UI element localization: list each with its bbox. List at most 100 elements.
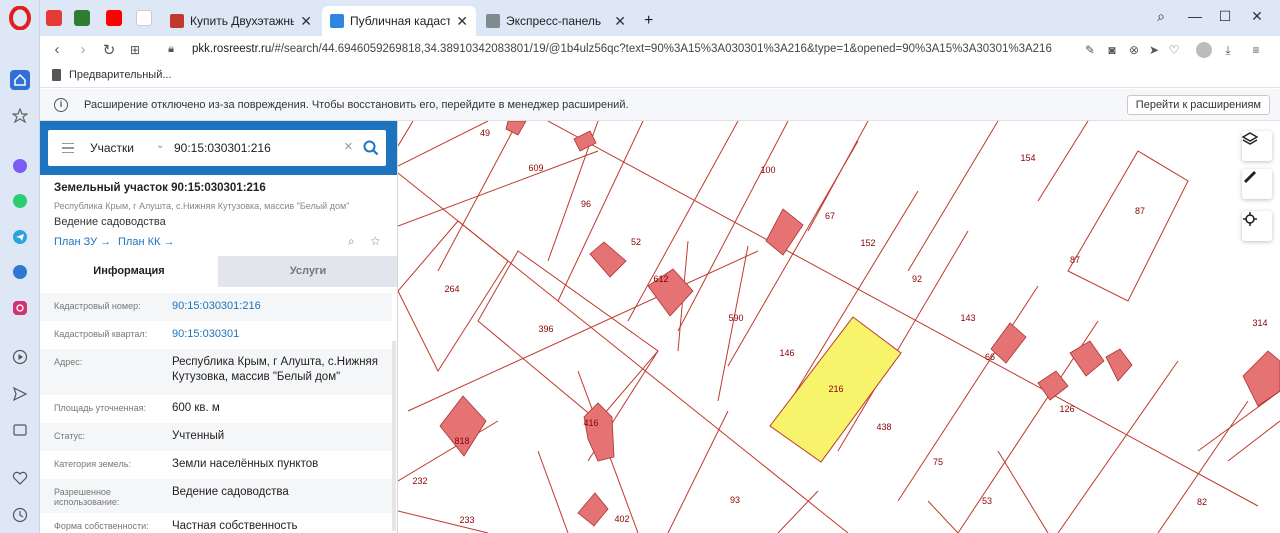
row-key: Площадь уточненная:: [54, 403, 146, 413]
svg-text:154: 154: [1020, 153, 1035, 163]
svg-text:143: 143: [960, 313, 975, 323]
menu-icon[interactable]: [62, 143, 74, 153]
svg-text:416: 416: [583, 418, 598, 428]
search-input[interactable]: 90:15:030301:216: [174, 141, 271, 155]
player-icon[interactable]: [10, 347, 30, 367]
star-icon[interactable]: ☆: [370, 234, 384, 248]
search-tabs-icon[interactable]: ⌕: [1150, 8, 1172, 25]
layers-button[interactable]: [1242, 131, 1272, 161]
row-value: Учтенный: [172, 430, 225, 442]
camera-icon[interactable]: ◙: [1104, 42, 1120, 58]
cadastral-quarter-link[interactable]: 90:15:030301: [172, 321, 386, 349]
yandex-pinned-tab-icon[interactable]: [46, 10, 62, 26]
whatsapp-icon[interactable]: [10, 191, 30, 211]
instagram-icon[interactable]: [10, 298, 30, 318]
search-bar: Участки ⌄ 90:15:030301:216 × ‹: [40, 121, 397, 175]
svg-text:438: 438: [876, 422, 891, 432]
zoom-to-icon[interactable]: ⌕: [348, 234, 362, 248]
row-key: Статус:: [54, 431, 85, 441]
tab-information[interactable]: Информация: [40, 256, 218, 287]
close-tab-icon[interactable]: ✕: [614, 13, 626, 30]
bookmarks-icon[interactable]: [10, 106, 30, 126]
edit-icon[interactable]: ✎: [1082, 42, 1098, 58]
svg-text:52: 52: [631, 237, 641, 247]
minimize-icon[interactable]: —: [1184, 8, 1206, 24]
maximize-icon[interactable]: ☐: [1214, 8, 1236, 25]
chevron-down-icon[interactable]: ⌄: [156, 140, 164, 151]
infobar-message: Расширение отключено из-за повреждения. …: [84, 99, 629, 111]
ruler-button[interactable]: [1242, 169, 1272, 199]
table-row: Разрешенное использование: Ведение садов…: [40, 479, 392, 513]
opera-sidebar: [0, 0, 40, 533]
download-icon[interactable]: ⤓: [1220, 42, 1236, 58]
go-to-extensions-button[interactable]: Перейти к расширениям: [1126, 95, 1270, 115]
telegram-icon[interactable]: [10, 227, 30, 247]
tab-cadastral-map[interactable]: Публичная кадастровая к ✕: [322, 6, 476, 36]
youtube-pinned-tab-icon[interactable]: [106, 10, 122, 26]
svg-text:314: 314: [1252, 318, 1267, 328]
map-canvas[interactable]: 49 609 100 154 87 87 96 52 67 152 92 264…: [398, 121, 1280, 533]
history-icon[interactable]: [10, 505, 30, 525]
forward-icon[interactable]: ›: [74, 41, 92, 58]
cadastral-map[interactable]: 49 609 100 154 87 87 96 52 67 152 92 264…: [398, 121, 1280, 533]
heart-icon[interactable]: ♡: [1166, 42, 1182, 58]
search-type-select[interactable]: Участки: [90, 141, 134, 155]
cadastral-number-link[interactable]: 90:15:030301:216: [172, 293, 386, 321]
attribute-table: Кадастровый номер: 90:15:030301:216 Када…: [40, 293, 392, 533]
plan-zu-link[interactable]: План ЗУ →: [54, 236, 111, 248]
tab-real-estate[interactable]: Купить Двухэтажный дом ✕: [162, 6, 320, 36]
svg-text:609: 609: [528, 163, 543, 173]
send-icon[interactable]: [10, 384, 30, 404]
sheets-pinned-tab-icon[interactable]: [74, 10, 90, 26]
svg-text:126: 126: [1059, 404, 1074, 414]
back-icon[interactable]: ‹: [48, 41, 66, 58]
svg-text:100: 100: [760, 165, 775, 175]
reload-icon[interactable]: ↻: [100, 41, 118, 59]
new-tab-button[interactable]: +: [636, 6, 660, 36]
info-icon: i: [54, 98, 68, 112]
tab-strip: Купить Двухэтажный дом ✕ Публичная кадас…: [40, 0, 1280, 36]
messenger-icon[interactable]: [10, 156, 30, 176]
lock-icon: 🔒︎: [168, 43, 174, 55]
tab-services[interactable]: Услуги: [218, 256, 397, 287]
row-key: Кадастровый квартал:: [54, 329, 148, 339]
close-tab-icon[interactable]: ✕: [456, 13, 468, 30]
tab-speed-dial[interactable]: Экспресс-панель ✕: [478, 6, 634, 36]
url-field[interactable]: pkk.rosreestr.ru/#/search/44.69460592698…: [192, 43, 1052, 55]
locate-button[interactable]: [1242, 211, 1272, 241]
svg-text:53: 53: [982, 496, 992, 506]
row-key: Форма собственности:: [54, 521, 149, 531]
block-icon[interactable]: ⊗: [1126, 42, 1142, 58]
wallet-icon[interactable]: [10, 420, 30, 440]
search-box: Участки ⌄ 90:15:030301:216 ×: [48, 130, 386, 166]
page-icon: [52, 69, 61, 81]
close-tab-icon[interactable]: ✕: [300, 13, 312, 30]
svg-text:233: 233: [459, 515, 474, 525]
table-row: Статус: Учтенный: [40, 423, 392, 451]
close-window-icon[interactable]: ✕: [1246, 8, 1268, 25]
table-row: Кадастровый номер: 90:15:030301:216: [40, 293, 392, 321]
crosshair-icon: [1243, 212, 1257, 226]
gmail-pinned-tab-icon[interactable]: [136, 10, 152, 26]
info-tabs: Информация Услуги: [40, 256, 397, 287]
plan-kk-link[interactable]: План КК →: [118, 236, 174, 248]
share-icon[interactable]: ➤: [1146, 42, 1162, 58]
row-value: Ведение садоводства: [172, 486, 289, 498]
svg-text:818: 818: [454, 436, 469, 446]
tabs-grid-icon[interactable]: ⊞: [126, 43, 144, 57]
home-icon[interactable]: [10, 70, 30, 90]
tab-favicon-icon: [486, 14, 500, 28]
vk-icon[interactable]: [10, 262, 30, 282]
opera-logo-icon[interactable]: [8, 5, 32, 31]
scrollbar[interactable]: [392, 341, 396, 531]
svg-text:67: 67: [825, 211, 835, 221]
svg-text:232: 232: [412, 476, 427, 486]
svg-text:146: 146: [779, 348, 794, 358]
bookmark-item[interactable]: Предварительный...: [52, 69, 172, 81]
tab-favicon-icon: [330, 14, 344, 28]
profile-icon[interactable]: [1196, 42, 1212, 58]
menu-icon[interactable]: ≡: [1248, 42, 1264, 58]
clear-icon[interactable]: ×: [344, 138, 353, 155]
search-icon[interactable]: [362, 139, 380, 157]
heart-icon[interactable]: [10, 468, 30, 488]
